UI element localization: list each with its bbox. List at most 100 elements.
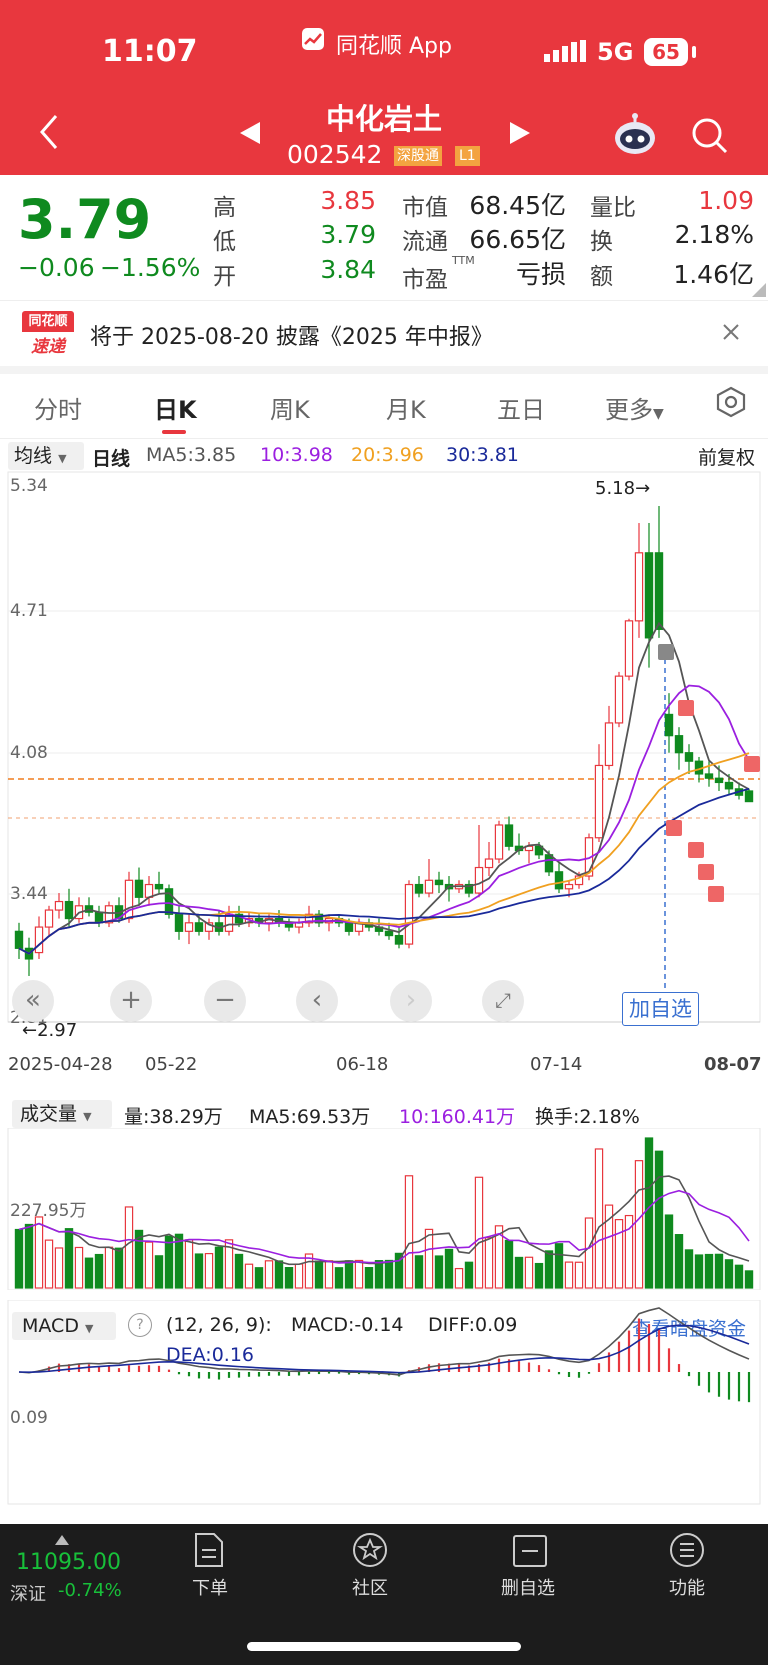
volume-ratio-label: 量比	[590, 195, 636, 221]
caret-up-icon	[55, 1530, 69, 1549]
candle-body	[174, 913, 184, 932]
macd-chart	[7, 1300, 761, 1505]
volume-bar	[534, 1262, 544, 1289]
volume-value: 量:38.29万	[124, 1106, 223, 1128]
tab-five-day[interactable]: 五日	[497, 390, 545, 425]
tab-daily-k[interactable]: 日K	[154, 390, 197, 425]
float-label: 流通	[402, 229, 448, 255]
candle-body	[674, 735, 684, 754]
candle-body	[144, 883, 154, 898]
y-label-0: 5.34	[10, 476, 48, 496]
search-icon[interactable]	[690, 116, 730, 160]
volume-bar	[324, 1260, 334, 1289]
scroll-left-button[interactable]: ‹	[296, 980, 338, 1022]
volume-bar	[614, 1219, 624, 1289]
nav-remove-watchlist-label[interactable]: 删自选	[483, 1574, 573, 1600]
volume-bar	[234, 1253, 244, 1289]
candle-body	[544, 854, 554, 873]
volume-bar	[674, 1234, 684, 1289]
ma30-value: 30:3.81	[446, 444, 519, 466]
status-app-name: 同花顺 App	[336, 34, 452, 59]
volume-bar	[114, 1247, 124, 1289]
tab-more[interactable]: 更多▼	[605, 390, 664, 425]
volume-bar	[84, 1257, 94, 1289]
robot-assistant-icon[interactable]	[612, 112, 658, 160]
settings-hexagon-icon[interactable]	[715, 386, 747, 422]
adjust-mode[interactable]: 前复权	[698, 443, 755, 470]
candle-body	[344, 922, 354, 932]
close-icon[interactable]	[720, 321, 742, 347]
trade-marker-b	[698, 864, 714, 880]
express-logo-bottom: 速递	[31, 337, 65, 357]
candle-body	[14, 930, 24, 949]
ma10-value: 10:3.98	[260, 444, 333, 466]
candle-body	[54, 900, 64, 911]
remove-watchlist-icon[interactable]	[512, 1534, 548, 1572]
float-value: 66.65亿	[469, 225, 566, 254]
volume-bar	[484, 1237, 494, 1289]
high-marker: 5.18→	[595, 478, 651, 499]
kline-chart[interactable]	[0, 470, 768, 1040]
candle-body	[384, 930, 394, 937]
community-icon[interactable]	[352, 1532, 388, 1572]
volume-bar	[294, 1263, 304, 1289]
fullscreen-button[interactable]: ⤢	[482, 980, 524, 1022]
candle-body	[184, 922, 194, 932]
pe-value: 亏损	[515, 260, 566, 289]
candle-body	[564, 883, 574, 890]
high-label: 高	[213, 195, 236, 221]
volume-bar	[414, 1255, 424, 1289]
scroll-right-button[interactable]: ›	[390, 980, 432, 1022]
candle-body	[484, 858, 494, 869]
notice-banner[interactable]: 同花顺 速递 将于 2025-08-20 披露《2025 年中报》	[0, 300, 768, 367]
volume-bar	[124, 1206, 134, 1289]
next-stock-button[interactable]	[508, 120, 532, 150]
notice-text: 将于 2025-08-20 披露《2025 年中报》	[90, 325, 493, 350]
candle-body	[44, 909, 54, 928]
ma-selector[interactable]: 均线 ▼	[8, 442, 84, 470]
candle-body	[714, 777, 724, 784]
order-icon[interactable]	[192, 1532, 226, 1572]
nav-function-label[interactable]: 功能	[642, 1574, 732, 1600]
volume-bar	[44, 1239, 54, 1289]
mcap-label: 市值	[402, 195, 448, 221]
volume-bar	[334, 1267, 344, 1289]
volume-bar	[724, 1259, 734, 1289]
date-tick-3: 07-14	[530, 1054, 583, 1075]
ma-selector-label: 均线	[14, 445, 53, 467]
candle-body	[154, 883, 164, 890]
add-watchlist-button[interactable]: 加自选	[622, 992, 699, 1026]
volume-bar	[154, 1255, 164, 1289]
index-value[interactable]: 11095.00	[16, 1550, 121, 1575]
volume-bar	[684, 1249, 694, 1289]
volume-selector[interactable]: 成交量 ▼	[12, 1100, 112, 1128]
volume-bar	[514, 1256, 524, 1289]
volume-selector-label: 成交量	[20, 1103, 78, 1125]
tab-timeshare[interactable]: 分时	[34, 390, 82, 425]
tab-monthly-k[interactable]: 月K	[386, 390, 426, 425]
function-menu-icon[interactable]	[669, 1532, 705, 1572]
candle-body	[494, 824, 504, 860]
y-label-1: 4.71	[10, 601, 48, 621]
candle-body	[614, 675, 624, 724]
zoom-out-button[interactable]: −	[204, 980, 246, 1022]
expand-corner-icon[interactable]	[752, 282, 766, 301]
trade-marker-b	[678, 700, 694, 716]
volume-bar	[344, 1260, 354, 1289]
volume-bar	[374, 1260, 384, 1289]
volume-bar	[264, 1260, 274, 1289]
nav-order-label[interactable]: 下单	[165, 1574, 255, 1600]
prev-stock-button[interactable]	[238, 120, 262, 150]
trade-marker-b	[666, 820, 682, 836]
tab-weekly-k[interactable]: 周K	[270, 390, 310, 425]
nav-community-label[interactable]: 社区	[325, 1574, 415, 1600]
status-time: 11:07	[102, 34, 198, 69]
candle-body	[94, 911, 104, 924]
scroll-left-fast-button[interactable]: «	[12, 980, 54, 1022]
volume-bar	[144, 1241, 154, 1289]
zoom-in-button[interactable]: +	[110, 980, 152, 1022]
volume-bar	[314, 1260, 324, 1289]
volume-bar	[434, 1255, 444, 1289]
volume-chart	[7, 1128, 761, 1290]
back-button[interactable]	[36, 112, 62, 156]
